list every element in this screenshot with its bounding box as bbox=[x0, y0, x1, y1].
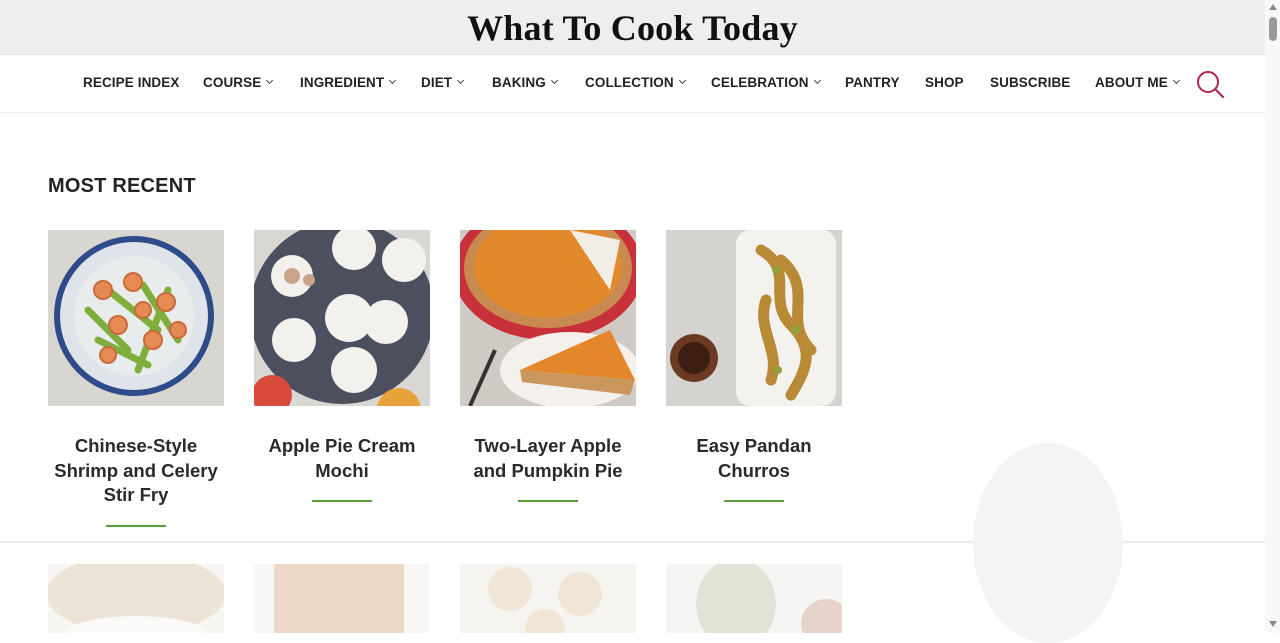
nav-label: COURSE bbox=[203, 75, 262, 90]
nav-item-celebration[interactable]: CELEBRATION bbox=[711, 75, 821, 90]
site-title[interactable]: What To Cook Today bbox=[467, 7, 798, 49]
recipe-title[interactable]: Easy Pandan Churros bbox=[666, 434, 842, 483]
nav-item-shop[interactable]: SHOP bbox=[925, 75, 964, 90]
recipe-title-line: Mochi bbox=[315, 459, 369, 481]
nav-item-about-me[interactable]: ABOUT ME bbox=[1095, 75, 1180, 90]
chevron-down-icon bbox=[266, 76, 274, 85]
recipe-title[interactable]: Chinese-Style Shrimp and Celery Stir Fry bbox=[48, 434, 224, 508]
recipe-title-line: Apple Pie Cream bbox=[268, 435, 416, 456]
recipe-thumbnail[interactable] bbox=[48, 564, 224, 633]
recipe-photo bbox=[48, 564, 224, 633]
recipe-card[interactable]: Two-Layer Apple and Pumpkin Pie bbox=[460, 230, 636, 502]
section-title: MOST RECENT bbox=[48, 175, 196, 197]
recipe-title[interactable]: Apple Pie Cream Mochi bbox=[254, 434, 430, 483]
recipe-thumbnail[interactable] bbox=[254, 564, 430, 633]
nav-item-baking[interactable]: BAKING bbox=[492, 75, 558, 90]
recipe-thumbnail[interactable] bbox=[666, 564, 842, 633]
scrollbar[interactable] bbox=[1265, 0, 1280, 633]
chevron-down-icon bbox=[1172, 76, 1180, 85]
site-header: What To Cook Today bbox=[0, 0, 1265, 55]
shrimp-celery-stir-fry-photo[interactable] bbox=[48, 230, 224, 406]
recipe-title-line: Chinese-Style bbox=[74, 435, 198, 456]
apple-pie-mochi-photo[interactable] bbox=[254, 230, 430, 406]
nav-label: SHOP bbox=[925, 75, 964, 90]
chevron-down-icon bbox=[813, 76, 821, 85]
nav-item-diet[interactable]: DIET bbox=[421, 75, 465, 90]
decorative-shape bbox=[973, 443, 1123, 643]
pumpkin-pie-photo[interactable] bbox=[460, 230, 636, 406]
recipe-title[interactable]: Two-Layer Apple and Pumpkin Pie bbox=[460, 434, 636, 483]
recipe-photo bbox=[460, 564, 636, 633]
nav-label: BAKING bbox=[492, 75, 546, 90]
nav-label: INGREDIENT bbox=[300, 75, 385, 90]
title-underline bbox=[312, 500, 372, 502]
recipe-thumbnail[interactable] bbox=[460, 564, 636, 633]
title-underline bbox=[724, 500, 784, 502]
chevron-down-icon bbox=[457, 76, 465, 85]
chevron-down-icon bbox=[678, 76, 686, 85]
nav-label: ABOUT ME bbox=[1095, 75, 1168, 90]
chevron-down-icon bbox=[389, 76, 397, 85]
recipe-card[interactable]: Apple Pie Cream Mochi bbox=[254, 230, 430, 502]
title-underline bbox=[106, 524, 166, 527]
recipe-title-line: Easy Pandan bbox=[696, 435, 812, 456]
search-icon[interactable] bbox=[1195, 69, 1225, 99]
nav-label: SUBSCRIBE bbox=[990, 75, 1071, 90]
scrollbar-thumb[interactable] bbox=[1269, 17, 1277, 41]
nav-label: COLLECTION bbox=[585, 75, 674, 90]
nav-item-pantry[interactable]: PANTRY bbox=[845, 75, 900, 90]
nav-item-ingredient[interactable]: INGREDIENT bbox=[300, 75, 397, 90]
nav-label: PANTRY bbox=[845, 75, 900, 90]
main-navigation: RECIPE INDEX COURSE INGREDIENT DIET BAKI… bbox=[0, 55, 1265, 113]
recipe-card[interactable]: Chinese-Style Shrimp and Celery Stir Fry bbox=[48, 230, 224, 527]
nav-item-subscribe[interactable]: SUBSCRIBE bbox=[990, 75, 1070, 90]
nav-item-collection[interactable]: COLLECTION bbox=[585, 75, 686, 90]
chevron-down-icon bbox=[550, 76, 558, 85]
pandan-churros-photo[interactable] bbox=[666, 230, 842, 406]
nav-item-course[interactable]: COURSE bbox=[203, 75, 274, 90]
scroll-up-icon[interactable] bbox=[1268, 3, 1278, 11]
recipe-title-line: Churros bbox=[718, 459, 790, 481]
recipe-title-line: Shrimp and Celery bbox=[54, 459, 218, 481]
recipe-card[interactable]: Easy Pandan Churros bbox=[666, 230, 842, 502]
recipe-title-line: and Pumpkin Pie bbox=[473, 459, 623, 481]
nav-label: CELEBRATION bbox=[711, 75, 809, 90]
nav-label: RECIPE INDEX bbox=[83, 75, 180, 90]
scroll-down-icon[interactable] bbox=[1268, 620, 1278, 628]
nav-label: DIET bbox=[421, 75, 453, 90]
title-underline bbox=[518, 500, 578, 502]
recipe-title-line: Two-Layer Apple bbox=[474, 435, 622, 456]
recipe-title-line: Stir Fry bbox=[103, 484, 169, 505]
recipe-photo bbox=[666, 564, 842, 633]
recipe-photo bbox=[254, 564, 430, 633]
nav-item-recipe-index[interactable]: RECIPE INDEX bbox=[83, 75, 179, 90]
